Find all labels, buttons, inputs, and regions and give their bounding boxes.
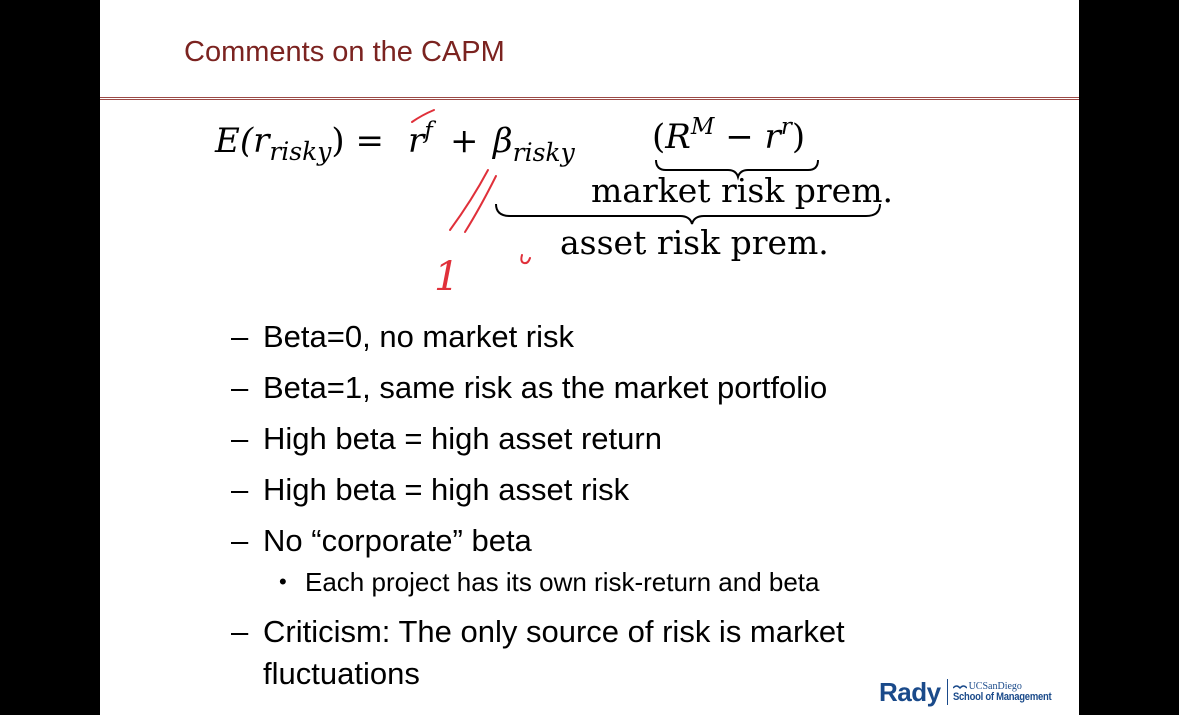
bullet-text: High beta = high asset risk <box>263 472 630 507</box>
ucsd-wave-icon <box>952 684 967 689</box>
bullet-list: – Beta=0, no market risk – Beta=1, same ri… <box>231 316 1051 704</box>
bullet-text-line-2: fluctuations <box>263 656 420 691</box>
rady-logo: Rady UCSanDiego School of Management <box>879 672 1067 712</box>
logo-rady: Rady <box>879 676 941 707</box>
formula-plus: + <box>450 121 479 161</box>
capm-formula: E(rrisky) = rf + βrisky (RM − rr) market… <box>100 100 1079 310</box>
formula-lhs: E(rrisky) = <box>214 121 384 166</box>
bullet-dash: – <box>231 472 249 507</box>
bullet-text: High beta = high asset return <box>263 421 662 456</box>
bullet-item: – Beta=0, no market risk <box>231 316 1051 358</box>
logo-divider <box>946 679 948 705</box>
formula-beta: βrisky <box>491 121 576 167</box>
formula-risk-free: rf <box>408 118 436 161</box>
logo-school: School of Management <box>952 691 1052 703</box>
market-risk-label: market risk prem. <box>591 171 893 210</box>
bullet-item: – High beta = high asset return <box>231 418 1051 460</box>
bullet-text-line-1: Criticism: The only source of risk is ma… <box>263 614 845 649</box>
annotation-slash-1 <box>449 169 489 231</box>
formula-market-excess: (RM − rr) <box>652 114 805 157</box>
slide: Comments on the CAPM E(rrisky) = rf + βr… <box>100 0 1079 715</box>
bullet-text: Beta=1, same risk as the market portfoli… <box>263 370 828 405</box>
annotation-mark <box>520 254 531 265</box>
bullet-dash: – <box>231 421 249 456</box>
formula-graphic: E(rrisky) = rf + βrisky (RM − rr) market… <box>214 109 893 300</box>
bullet-text: Beta=0, no market risk <box>263 319 574 354</box>
sub-bullet-item: • Each project has its own risk-return an… <box>231 565 1051 599</box>
asset-risk-label: asset risk prem. <box>560 223 829 262</box>
sub-bullet-dot: • <box>279 569 287 594</box>
slide-title: Comments on the CAPM <box>184 36 505 68</box>
bullet-dash: – <box>231 370 249 405</box>
bullet-item: – Beta=1, same risk as the market portfol… <box>231 367 1051 409</box>
annotation-handwritten-one: 1 <box>434 254 459 300</box>
bullet-item: – No “corporate” beta <box>231 520 1051 562</box>
bullet-text: No “corporate” beta <box>263 523 532 558</box>
sub-bullet-text: Each project has its own risk-return and… <box>305 567 820 597</box>
bullet-dash: – <box>231 319 249 354</box>
bullet-dash: – <box>231 523 249 558</box>
logo-right: UCSanDiego School of Management <box>952 681 1067 703</box>
bullet-dash: – <box>231 614 249 649</box>
bullet-item: – High beta = high asset risk <box>231 469 1051 511</box>
